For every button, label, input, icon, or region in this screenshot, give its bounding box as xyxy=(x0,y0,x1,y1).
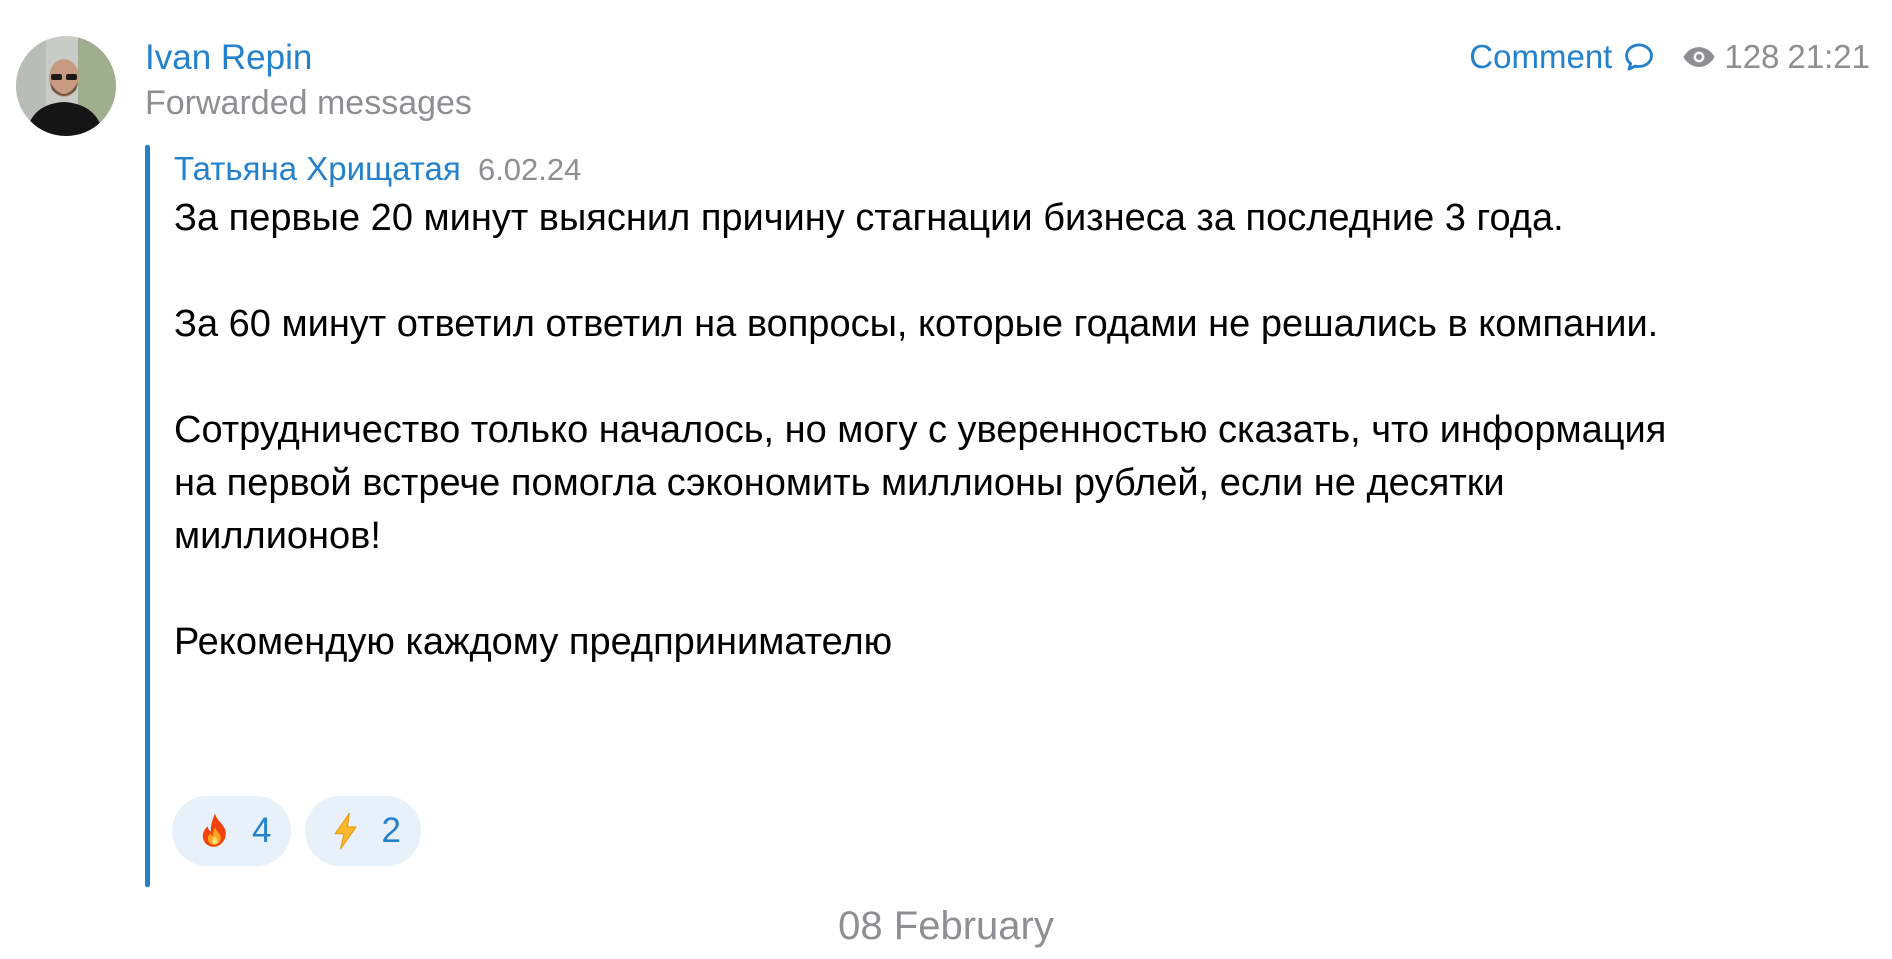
avatar-photo xyxy=(16,36,116,136)
reaction-fire[interactable]: 4 xyxy=(172,796,292,866)
date-separator: 08 February xyxy=(838,904,1054,948)
views-counter: 128 xyxy=(1682,38,1779,76)
reactions-bar: 4 2 xyxy=(172,796,435,866)
forward-header: Татьяна Хрищатая 6.02.24 xyxy=(174,150,581,188)
avatar[interactable] xyxy=(16,36,116,136)
comment-label: Comment xyxy=(1469,38,1613,75)
message-paragraph: Рекомендую каждому предпринимателю xyxy=(174,621,893,663)
message-text: За первые 20 минут выяснил причину стагн… xyxy=(174,192,1674,669)
forward-quote-bar xyxy=(145,145,150,887)
forward-date: 6.02.24 xyxy=(477,152,582,187)
sender-name[interactable]: Ivan Repin xyxy=(145,38,312,78)
forward-author[interactable]: Татьяна Хрищатая xyxy=(174,150,461,187)
message-paragraph: Сотрудничество только началось, но могу … xyxy=(174,409,1677,557)
fire-icon xyxy=(198,812,232,850)
lightning-icon xyxy=(331,812,361,850)
post-meta: Comment 128 21:21 xyxy=(1469,38,1870,76)
reaction-count: 4 xyxy=(252,811,272,850)
message-paragraph: За первые 20 минут выяснил причину стагн… xyxy=(174,197,1564,239)
forwarded-subtitle: Forwarded messages xyxy=(145,84,472,122)
post-time: 21:21 xyxy=(1787,38,1870,75)
reaction-count: 2 xyxy=(381,811,401,850)
comment-button[interactable]: Comment xyxy=(1469,38,1656,76)
eye-icon xyxy=(1682,44,1716,70)
comment-icon xyxy=(1622,40,1656,74)
message-paragraph: За 60 минут ответил ответил на вопросы, … xyxy=(174,303,1659,345)
reaction-lightning[interactable]: 2 xyxy=(305,796,421,866)
views-count: 128 xyxy=(1724,38,1780,75)
